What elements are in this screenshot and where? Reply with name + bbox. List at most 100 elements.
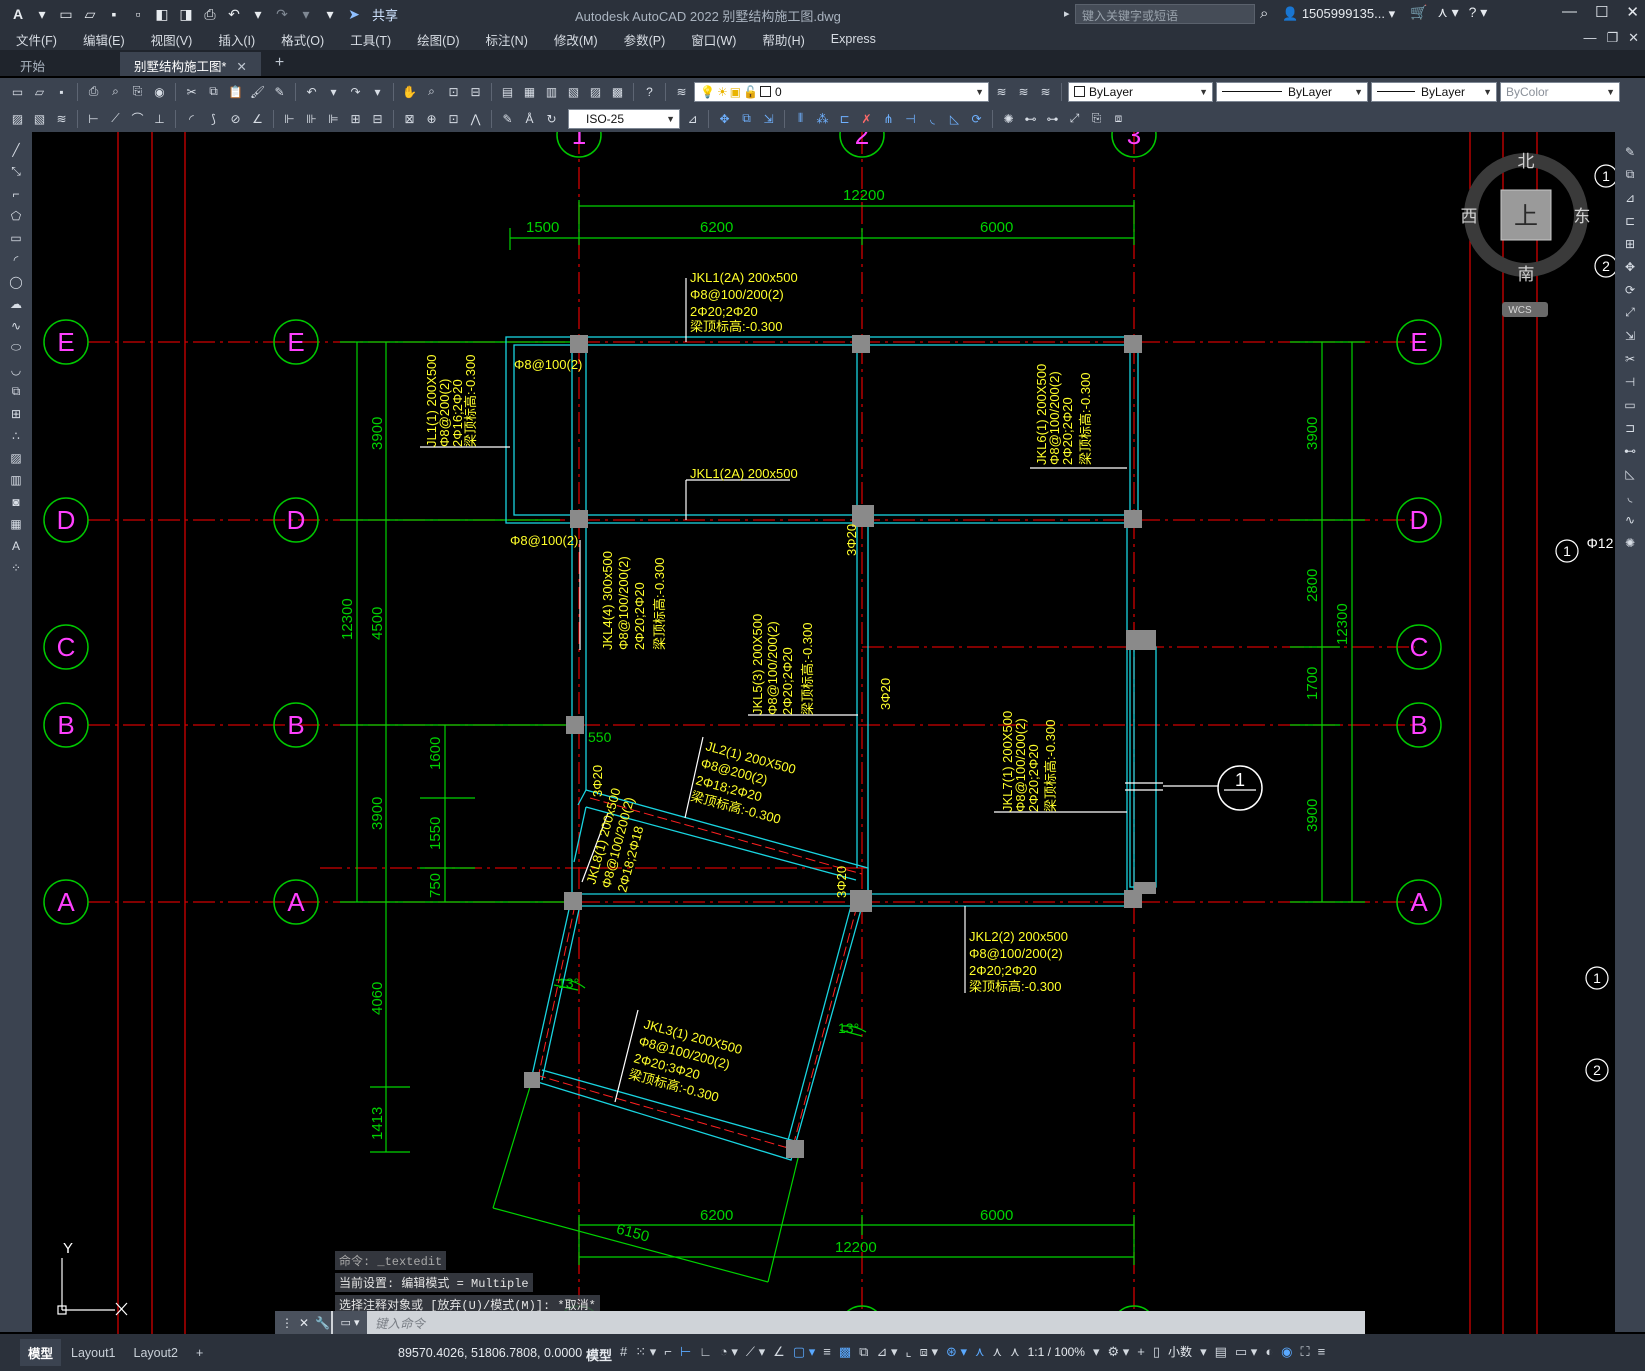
publish-icon[interactable]: ⎘ — [128, 82, 147, 101]
fillet-icon[interactable]: ◟ — [923, 109, 942, 128]
trim-icon[interactable]: ✂ — [1620, 349, 1640, 368]
viewcube-west[interactable]: 西 — [1461, 207, 1478, 226]
color-dropdown[interactable]: ByLayer ▼ — [1068, 81, 1213, 102]
inspect-icon[interactable]: ⊡ — [444, 109, 463, 128]
dim-break-icon[interactable]: ⊟ — [368, 109, 387, 128]
gizmo-icon[interactable]: ⊛ ▾ — [946, 1344, 967, 1360]
diameter-dim-icon[interactable]: ⊘ — [226, 109, 245, 128]
ellipse-icon[interactable]: ⬭ — [6, 338, 26, 357]
quick-properties-icon[interactable]: ▤ — [1215, 1344, 1227, 1360]
grip-icon[interactable]: ⋮ — [281, 1316, 293, 1330]
line-icon[interactable]: ╱ — [6, 140, 26, 159]
tab-close-icon[interactable]: ✕ — [236, 60, 246, 74]
isodraft-icon[interactable]: ⟋ ▾ — [746, 1344, 765, 1360]
jogged-dim-icon[interactable]: ⟆ — [204, 109, 223, 128]
annotation-scale-value[interactable]: 1:1 / 100% — [1028, 1345, 1085, 1359]
chamfer-icon[interactable]: ◺ — [945, 109, 964, 128]
isolate-objects-icon[interactable]: ◐ — [1265, 1344, 1273, 1359]
scale-icon[interactable]: ⤢ — [1065, 109, 1084, 128]
dim-space-icon[interactable]: ⊞ — [346, 109, 365, 128]
tool-palettes-icon[interactable]: ▥ — [542, 82, 561, 101]
revcloud-icon[interactable]: ☁ — [6, 294, 26, 313]
workspace-gear-icon[interactable]: ⚙ ▾ — [1108, 1344, 1130, 1360]
rectangle-icon[interactable]: ▭ — [6, 228, 26, 247]
baseline-dim-icon[interactable]: ⊪ — [302, 109, 321, 128]
hatch-icon[interactable]: ▨ — [6, 448, 26, 467]
break-icon[interactable]: ⊶ — [1043, 109, 1062, 128]
cut-icon[interactable]: ✂ — [182, 82, 201, 101]
angular-dim-icon[interactable]: ∠ — [248, 109, 267, 128]
customize-dropdown-icon[interactable]: ▾ — [320, 4, 340, 24]
region-icon[interactable]: ◙ — [6, 492, 26, 511]
blend-icon[interactable]: ∿ — [1620, 510, 1640, 529]
annotation-visibility-icon[interactable]: ⋏ — [975, 1344, 985, 1360]
dimstyle-manager-icon[interactable]: ⊿ — [683, 109, 702, 128]
units-value[interactable]: 小数 — [1168, 1343, 1192, 1360]
open-icon[interactable]: ▱ — [30, 82, 49, 101]
menu-modify[interactable]: 修改(M) — [554, 30, 598, 49]
help-icon[interactable]: ? ▾ — [1469, 4, 1488, 21]
join-icon[interactable]: ⊷ — [1021, 109, 1040, 128]
dimstyle-dropdown[interactable]: ISO-25 ▼ — [568, 108, 680, 129]
gradient-icon[interactable]: ▧ — [30, 109, 49, 128]
search-input[interactable]: 键入关键字或短语 — [1075, 4, 1255, 24]
redo-icon[interactable]: ↷ — [272, 4, 292, 24]
user-account[interactable]: 👤 1505999135... ▾ — [1282, 6, 1395, 22]
fillet-icon[interactable]: ◟ — [1620, 487, 1640, 506]
dynamic-ucs-icon[interactable]: ⌞ — [905, 1344, 911, 1360]
jogged-linear-icon[interactable]: ⋀ — [466, 109, 485, 128]
zoom-previous-icon[interactable]: ⊟ — [466, 82, 485, 101]
dynamic-input-icon[interactable]: ⊢ — [680, 1344, 691, 1360]
menu-view[interactable]: 视图(V) — [151, 30, 193, 49]
grid-icon[interactable]: # — [620, 1344, 627, 1359]
menu-insert[interactable]: 插入(I) — [218, 30, 255, 49]
layer-state-icon[interactable]: ≋ — [1036, 82, 1055, 101]
save-as-icon[interactable]: ▫ — [128, 4, 148, 24]
undo-dropdown-icon[interactable]: ▾ — [324, 82, 343, 101]
close-icon[interactable]: ✕ — [1626, 3, 1639, 21]
copy-clip-icon[interactable]: ⎘ — [1087, 109, 1106, 128]
undo-icon[interactable]: ↶ — [224, 4, 244, 24]
layer-dropdown[interactable]: 💡 ☀ ▣ 🔓 0 ▼ — [694, 81, 989, 102]
minimize-icon[interactable]: — — [1562, 3, 1577, 21]
center-mark-icon[interactable]: ⊕ — [422, 109, 441, 128]
share-icon[interactable]: ➤ — [344, 4, 364, 24]
explode-icon[interactable]: ✺ — [999, 109, 1018, 128]
linetype-dropdown[interactable]: ByLayer ▼ — [1216, 81, 1368, 102]
hatch-icon[interactable]: ▨ — [8, 109, 27, 128]
trim-icon[interactable]: ⋔ — [879, 109, 898, 128]
quick-dim-icon[interactable]: ⊩ — [280, 109, 299, 128]
doc-restore-icon[interactable]: ❐ — [1606, 30, 1618, 46]
doc-minimize-icon[interactable]: — — [1583, 30, 1596, 46]
print-icon[interactable]: ⎙ — [200, 4, 220, 24]
calculator-icon[interactable]: ▩ — [608, 82, 627, 101]
circle-icon[interactable]: ◯ — [6, 272, 26, 291]
new-file-icon[interactable]: ▭ — [56, 4, 76, 24]
selection-cycling-icon[interactable]: ⧉ — [859, 1344, 868, 1360]
redo-dropdown-icon[interactable]: ▾ — [368, 82, 387, 101]
gradient-icon[interactable]: ▥ — [6, 470, 26, 489]
tab-layout1[interactable]: Layout1 — [63, 1342, 123, 1364]
auto-scale-icon[interactable]: ⋏ — [993, 1344, 1003, 1360]
recent-commands-button[interactable]: ▭ ▾ — [333, 1311, 367, 1334]
chevron-down-icon[interactable]: ▾ — [32, 4, 52, 24]
paste-icon[interactable]: 📋 — [226, 82, 245, 101]
restore-icon[interactable]: ☐ — [1595, 3, 1608, 21]
tolerance-icon[interactable]: ⊠ — [400, 109, 419, 128]
plot-icon[interactable]: ⎙ — [84, 82, 103, 101]
3d-osnap-icon[interactable]: ⊿ ▾ — [876, 1344, 897, 1360]
annotation-monitor-icon[interactable]: + — [1137, 1344, 1145, 1359]
make-block-icon[interactable]: ⊞ — [6, 404, 26, 423]
app-logo-icon[interactable]: A — [8, 4, 28, 24]
tab-model[interactable]: 模型 — [20, 1339, 62, 1366]
break-icon[interactable]: ⊐ — [1620, 418, 1640, 437]
move-icon[interactable]: ✥ — [1620, 257, 1640, 276]
ordinate-dim-icon[interactable]: ⊥ — [150, 109, 169, 128]
dim-edit-icon[interactable]: ✎ — [498, 109, 517, 128]
match-properties-icon[interactable]: 🖌 — [248, 82, 267, 101]
tab-drawing[interactable]: 别墅结构施工图* ✕ — [120, 52, 261, 76]
zoom-window-icon[interactable]: ⊡ — [444, 82, 463, 101]
ortho-icon[interactable]: ∟ — [699, 1344, 712, 1359]
stretch-icon[interactable]: ⇲ — [1620, 326, 1640, 345]
infer-constraints-icon[interactable]: ⌐ — [664, 1344, 672, 1359]
